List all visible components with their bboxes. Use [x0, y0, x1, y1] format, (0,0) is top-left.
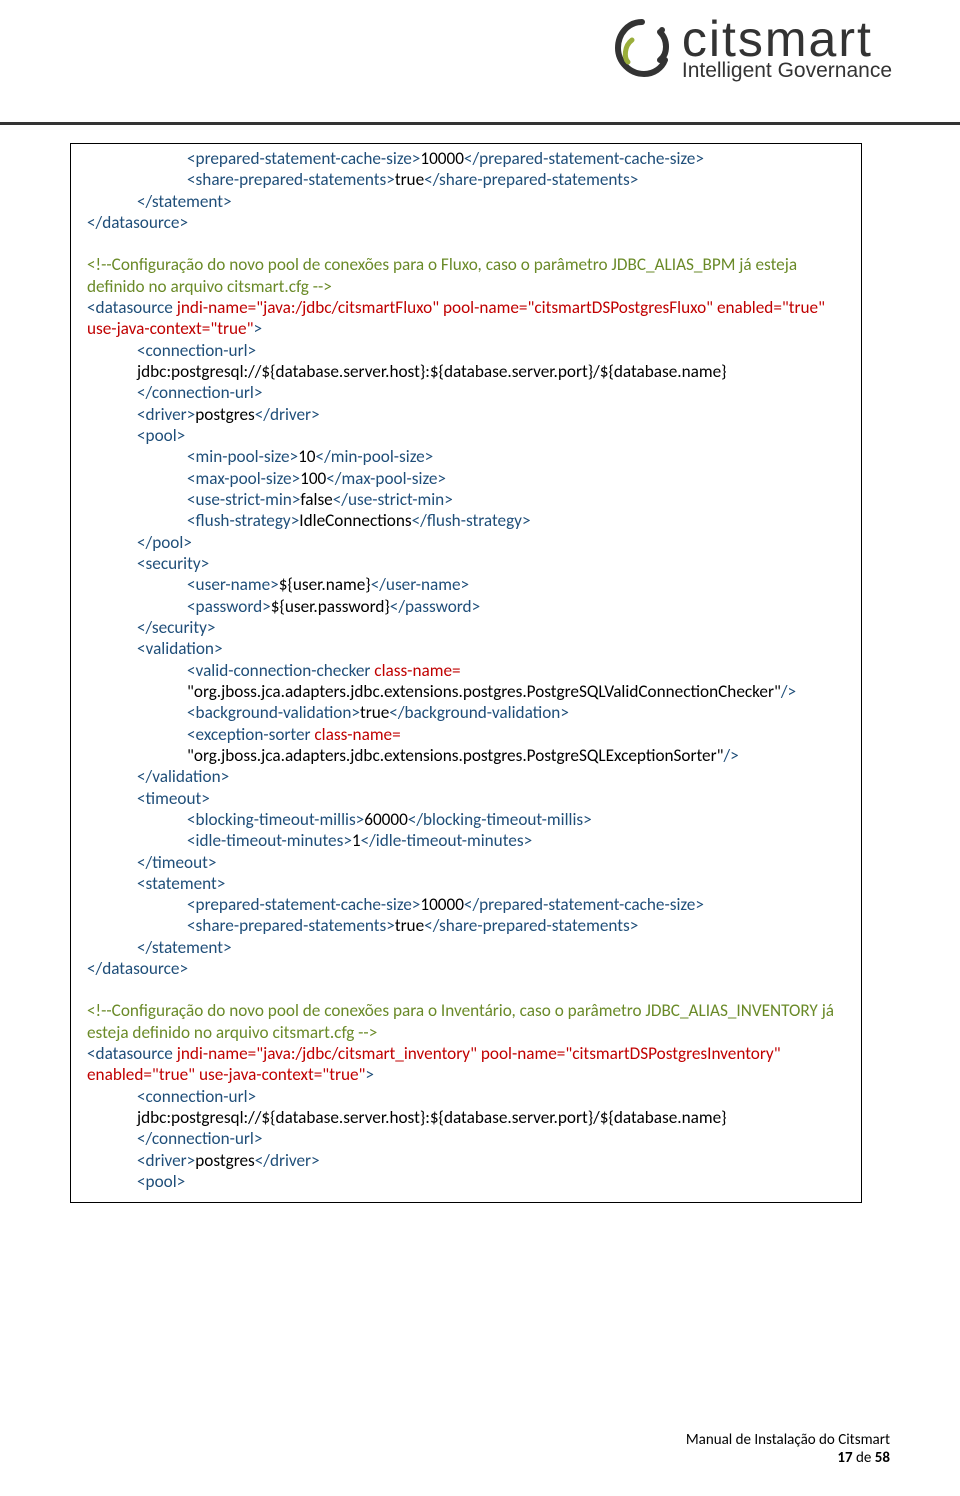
citsmart-swirl-icon — [610, 16, 674, 80]
brand-name: citsmart — [682, 14, 892, 64]
xml-code-block: <prepared-statement-cache-size>10000</pr… — [70, 143, 862, 1203]
brand-logo: citsmart Intelligent Governance — [610, 14, 892, 81]
page-header: citsmart Intelligent Governance — [0, 0, 960, 125]
footer-title: Manual de Instalação do Citsmart — [686, 1431, 890, 1450]
brand-tagline: Intelligent Governance — [682, 60, 892, 81]
page-indicator: 17 de 58 — [686, 1449, 890, 1468]
page-footer: Manual de Instalação do Citsmart 17 de 5… — [686, 1431, 890, 1469]
